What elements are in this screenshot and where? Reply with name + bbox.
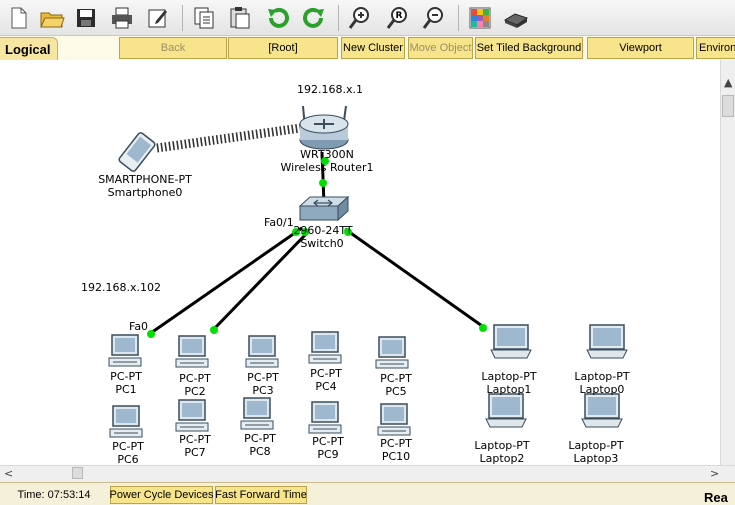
laptop0-name-label[interactable]: Laptop0	[580, 383, 625, 396]
laptop0-model-label: Laptop-PT	[574, 370, 630, 383]
back-button[interactable]: Back	[119, 37, 227, 59]
switch-model-label: 2960-24TT	[293, 224, 353, 237]
pc4-model-label: PC-PT	[310, 367, 342, 380]
redo-icon[interactable]	[300, 4, 328, 32]
zoom-out-icon[interactable]	[420, 4, 448, 32]
pc-port-label: Fa0	[129, 320, 149, 333]
save-icon[interactable]	[72, 4, 100, 32]
switch-port-label: Fa0/1	[264, 216, 294, 229]
laptop3-icon	[581, 393, 623, 428]
switch-name-label: Switch0	[300, 237, 344, 250]
fast-forward-time-button[interactable]: Fast Forward Time	[215, 486, 307, 504]
horizontal-scroll-thumb[interactable]	[72, 467, 83, 479]
vertical-scrollbar[interactable]	[720, 60, 735, 465]
pc3-name-label[interactable]: PC3	[252, 384, 273, 397]
realtime-mode-label[interactable]: Rea	[704, 490, 728, 505]
pc1-model-label: PC-PT	[110, 370, 142, 383]
laptop1-name-label[interactable]: Laptop1	[487, 383, 532, 396]
pc5-icon	[375, 336, 409, 369]
open-icon[interactable]	[38, 4, 66, 32]
main-toolbar: R	[0, 0, 735, 36]
laptop0-icon	[586, 324, 628, 359]
pc6-model-label: PC-PT	[112, 440, 144, 453]
pc5-name-label[interactable]: PC5	[385, 385, 406, 398]
laptop1-model-label: Laptop-PT	[481, 370, 537, 383]
laptop1-icon	[490, 324, 532, 359]
new-cluster-button[interactable]: New Cluster	[341, 37, 405, 59]
pc9-icon	[308, 401, 342, 434]
pc5-model-label: PC-PT	[380, 372, 412, 385]
laptop3-name-label[interactable]: Laptop3	[574, 452, 619, 465]
switch-laptop1-link	[344, 227, 486, 330]
link-status-dot	[147, 330, 155, 338]
move-object-button[interactable]: Move Object	[408, 37, 473, 59]
laptop3-model-label: Laptop-PT	[568, 439, 624, 452]
pc6-icon	[109, 405, 143, 438]
pc3-model-label: PC-PT	[247, 371, 279, 384]
pc6-name-label[interactable]: PC6	[117, 453, 138, 465]
link-status-dot	[210, 326, 218, 334]
pc3-icon	[245, 335, 279, 368]
smartphone-model-label: SMARTPHONE-PT	[98, 173, 192, 186]
pc7-name-label[interactable]: PC7	[184, 446, 205, 459]
vertical-scroll-thumb[interactable]	[722, 95, 734, 117]
new-icon[interactable]	[4, 4, 32, 32]
router-name-label: Wireless Router1	[280, 161, 374, 174]
pc8-name-label[interactable]: PC8	[249, 445, 270, 458]
pc4-name-label[interactable]: PC4	[315, 380, 336, 393]
scroll-up-icon[interactable]: ▲	[724, 76, 732, 89]
wireless-connection	[156, 122, 309, 153]
pc9-name-label[interactable]: PC9	[317, 448, 338, 461]
pc7-model-label: PC-PT	[179, 433, 211, 446]
activity-wizard-icon[interactable]	[144, 4, 172, 32]
root-button[interactable]: [Root]	[228, 37, 338, 59]
power-cycle-devices-button[interactable]: Power Cycle Devices	[110, 486, 213, 504]
topology-canvas	[108, 105, 628, 438]
link-status-dot	[479, 324, 487, 332]
smartphone-icon	[118, 132, 156, 172]
packet-tracer-window: R Logical Back [Root] New Cluster Move O…	[0, 0, 735, 505]
pc7-icon	[175, 399, 209, 432]
pc-ip-label: 192.168.x.102	[81, 281, 161, 294]
time-display: Time: 07:53:14	[17, 489, 91, 501]
laptop2-name-label[interactable]: Laptop2	[480, 452, 525, 465]
svg-text:R: R	[396, 11, 403, 21]
smartphone-name-label: Smartphone0	[107, 186, 183, 199]
pc4-icon	[308, 331, 342, 364]
pc10-model-label: PC-PT	[380, 437, 412, 450]
zoom-reset-icon[interactable]: R	[384, 4, 412, 32]
router-icon	[299, 105, 349, 150]
laptop2-model-label: Laptop-PT	[474, 439, 530, 452]
logical-workspace[interactable]: 192.168.x.1 WRT300N Wireless Router1 SMA…	[0, 60, 720, 465]
pc8-icon	[240, 397, 274, 430]
scroll-right-icon[interactable]: >	[710, 467, 719, 480]
pc8-model-label: PC-PT	[244, 432, 276, 445]
undo-icon[interactable]	[264, 4, 292, 32]
pc10-icon	[377, 403, 411, 436]
pc2-icon	[175, 335, 209, 368]
set-tiled-background-button[interactable]: Set Tiled Background	[475, 37, 583, 59]
viewport-button[interactable]: Viewport	[587, 37, 694, 59]
environment-button[interactable]: Environment	[696, 37, 735, 59]
pc10-name-label[interactable]: PC10	[382, 450, 410, 463]
router-ip-label: 192.168.x.1	[297, 83, 363, 96]
scroll-left-icon[interactable]: <	[4, 467, 13, 480]
copy-icon[interactable]	[190, 4, 218, 32]
laptop2-icon	[485, 393, 527, 428]
zoom-in-icon[interactable]	[346, 4, 374, 32]
paste-icon[interactable]	[226, 4, 254, 32]
pc2-model-label: PC-PT	[179, 372, 211, 385]
switch-icon	[298, 195, 350, 222]
palette-icon[interactable]	[466, 4, 494, 32]
pc1-name-label[interactable]: PC1	[115, 383, 136, 396]
link-status-dot	[319, 179, 327, 187]
logical-tab-label[interactable]: Logical	[5, 42, 51, 57]
custom-device-icon[interactable]	[502, 4, 530, 32]
horizontal-scrollbar[interactable]	[0, 465, 735, 482]
print-icon[interactable]	[108, 4, 136, 32]
pc2-name-label[interactable]: PC2	[184, 385, 205, 398]
pc9-model-label: PC-PT	[312, 435, 344, 448]
router-model-label: WRT300N	[300, 148, 354, 161]
pc1-icon	[108, 334, 142, 367]
